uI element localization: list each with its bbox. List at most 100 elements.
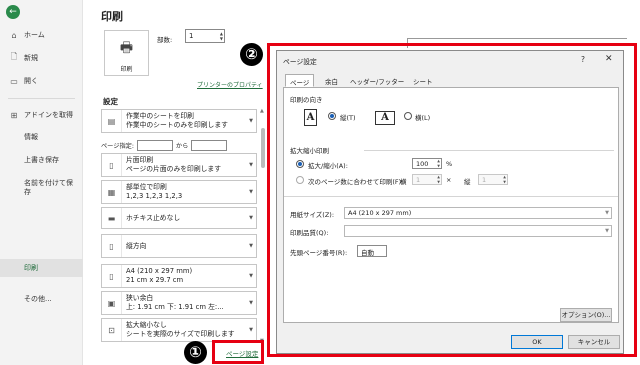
close-icon[interactable]: ✕ <box>605 54 613 64</box>
staple-dropdown[interactable]: ▬ ホチキス止めなし ▼ <box>101 207 257 229</box>
scrollbar-thumb[interactable] <box>261 128 265 168</box>
ok-button[interactable]: OK <box>511 335 563 349</box>
portrait-page-icon: ▯ <box>102 235 122 257</box>
zoom-unit: % <box>446 160 453 168</box>
times-label: × <box>446 176 452 184</box>
sidebar-item-get-addins[interactable]: ⊞ アドインを取得 <box>0 106 83 124</box>
paper-size-select[interactable]: A4 (210 x 297 mm) ▼ <box>344 207 612 219</box>
print-button[interactable]: 🖶 印刷 <box>104 30 149 76</box>
zoom-radio[interactable] <box>296 160 304 168</box>
page-from-input[interactable] <box>136 139 173 151</box>
sidebar-divider <box>8 98 75 99</box>
tab-header-footer[interactable]: ヘッダー/フッター <box>346 74 408 87</box>
tab-page[interactable]: ページ <box>285 74 315 87</box>
sidebar-item-save-as[interactable]: 名前を付けて保存 <box>0 179 83 201</box>
printer-properties-link[interactable]: プリンターのプロパティ <box>197 80 263 89</box>
chevron-down-icon: ▼ <box>249 118 253 124</box>
paper-size-label: 用紙サイズ(Z): <box>290 211 335 219</box>
fit-wide-stepper[interactable]: 1 ▲ ▼ <box>412 174 442 185</box>
scaling-label: 拡大縮小印刷 <box>290 147 329 155</box>
portrait-icon: A <box>304 109 317 126</box>
print-quality-select[interactable]: ▼ <box>344 225 612 237</box>
fit-to-radio[interactable] <box>296 176 304 184</box>
chevron-down-icon: ▼ <box>249 327 253 333</box>
copies-stepper[interactable]: 1 ▲ ▼ <box>185 29 225 43</box>
tab-sheet[interactable]: シート <box>409 74 437 87</box>
sidebar-item-print[interactable]: 印刷 <box>0 259 83 277</box>
spinner-arrows-icon[interactable]: ▲ ▼ <box>220 31 223 41</box>
chevron-down-icon: ▼ <box>249 189 253 195</box>
sidebar-item-new[interactable]: 🗋 新規 <box>0 49 83 67</box>
divider <box>284 196 618 197</box>
stapler-icon: ▬ <box>102 208 122 228</box>
zoom-stepper[interactable]: 100 ▲ ▼ <box>412 158 442 169</box>
fit-wide-label: 横 <box>400 178 407 186</box>
page-tab-content: 印刷の向き A 縦(T) A 横(L) 拡大縮小印刷 拡大/縮小(A): 100… <box>283 87 619 323</box>
zoom-label: 拡大/縮小(A): <box>308 162 348 170</box>
page-to-input[interactable] <box>191 139 228 151</box>
sidebar-item-open[interactable]: ▭ 開く <box>0 72 83 90</box>
sheet-icon: ▤ <box>102 110 122 132</box>
margins-dropdown[interactable]: ▣ 狭い余白 上: 1.91 cm 下: 1.91 cm 左:... ▼ <box>101 291 257 315</box>
chevron-down-icon: ▼ <box>249 162 253 168</box>
page-setup-dialog: ページ設定 ? ✕ ページ 余白 ヘッダー/フッター シート 印刷の向き A 縦… <box>276 50 624 354</box>
landscape-icon: A <box>375 111 395 125</box>
home-icon: ⌂ <box>11 30 17 40</box>
options-button[interactable]: オプション(O)... <box>560 308 612 322</box>
sides-dropdown[interactable]: ▯ 片面印刷 ページの片面のみを印刷します ▼ <box>101 153 257 177</box>
page-range: ページ指定: から <box>101 139 257 151</box>
dialog-title: ページ設定 <box>283 58 317 66</box>
scroll-up-icon[interactable]: ▲ <box>260 108 264 114</box>
portrait-label: 縦(T) <box>340 114 356 122</box>
preview-page-edge <box>407 38 627 39</box>
one-sided-icon: ▯ <box>102 154 122 176</box>
spinner-arrows-icon[interactable]: ▲ ▼ <box>437 175 440 184</box>
print-what-dropdown[interactable]: ▤ 作業中のシートを印刷 作業中のシートのみを印刷します ▼ <box>101 109 257 133</box>
portrait-radio[interactable] <box>328 112 336 120</box>
grid-icon: ⊞ <box>10 110 18 120</box>
first-page-input[interactable]: 自動 <box>357 245 387 257</box>
paper-icon: ▯ <box>102 265 122 287</box>
backstage-sidebar: ← ⌂ ホーム 🗋 新規 ▭ 開く ⊞ アドインを取得 情報 上書き保存 名前を… <box>0 0 83 365</box>
spinner-arrows-icon[interactable]: ▲ ▼ <box>437 159 440 168</box>
chevron-down-icon: ▼ <box>249 300 253 306</box>
callout-number-1: ① <box>184 341 207 364</box>
highlight-box-page-setup <box>212 340 264 364</box>
margins-icon: ▣ <box>102 292 122 314</box>
callout-number-2: ② <box>240 43 263 66</box>
settings-list: ▤ 作業中のシートを印刷 作業中のシートのみを印刷します ▼ ページ指定: から… <box>101 106 265 346</box>
sidebar-item-info[interactable]: 情報 <box>0 128 83 146</box>
print-quality-label: 印刷品質(Q): <box>290 229 329 237</box>
folder-open-icon: ▭ <box>10 76 18 86</box>
page-title: 印刷 <box>101 10 123 23</box>
sidebar-item-more[interactable]: その他... <box>0 290 83 308</box>
first-page-label: 先頭ページ番号(R): <box>290 249 348 257</box>
cancel-button[interactable]: キャンセル <box>568 335 620 349</box>
scaling-dropdown[interactable]: ⊡ 拡大縮小なし シートを実際のサイズで印刷します ▼ <box>101 318 257 342</box>
copies-label: 部数: <box>157 36 173 44</box>
printer-icon: 🖶 <box>119 40 134 56</box>
fit-tall-stepper[interactable]: 1 ▲ ▼ <box>478 174 508 185</box>
sidebar-item-home[interactable]: ⌂ ホーム <box>0 26 83 44</box>
landscape-radio[interactable] <box>404 112 412 120</box>
fit-tall-label: 縦 <box>464 178 471 186</box>
paper-size-dropdown[interactable]: ▯ A4 (210 x 297 mm) 21 cm x 29.7 cm ▼ <box>101 264 257 288</box>
chevron-down-icon: ▼ <box>249 273 253 279</box>
chevron-down-icon: ▼ <box>605 210 609 216</box>
divider <box>364 150 614 151</box>
settings-scrollbar[interactable]: ▲ ▼ <box>260 108 266 344</box>
chevron-down-icon: ▼ <box>249 243 253 249</box>
landscape-label: 横(L) <box>415 114 431 122</box>
chevron-down-icon: ▼ <box>249 215 253 221</box>
collate-icon: ▦ <box>102 181 122 203</box>
orientation-label: 印刷の向き <box>290 96 323 104</box>
scaling-icon: ⊡ <box>102 319 122 341</box>
spinner-arrows-icon[interactable]: ▲ ▼ <box>503 175 506 184</box>
collate-dropdown[interactable]: ▦ 部単位で印刷 1,2,3 1,2,3 1,2,3 ▼ <box>101 180 257 204</box>
back-arrow-icon[interactable]: ← <box>6 5 20 19</box>
orientation-dropdown[interactable]: ▯ 縦方向 ▼ <box>101 234 257 258</box>
help-icon[interactable]: ? <box>581 55 585 64</box>
chevron-down-icon: ▼ <box>605 228 609 234</box>
tab-margins[interactable]: 余白 <box>321 74 342 87</box>
sidebar-item-save[interactable]: 上書き保存 <box>0 151 83 169</box>
